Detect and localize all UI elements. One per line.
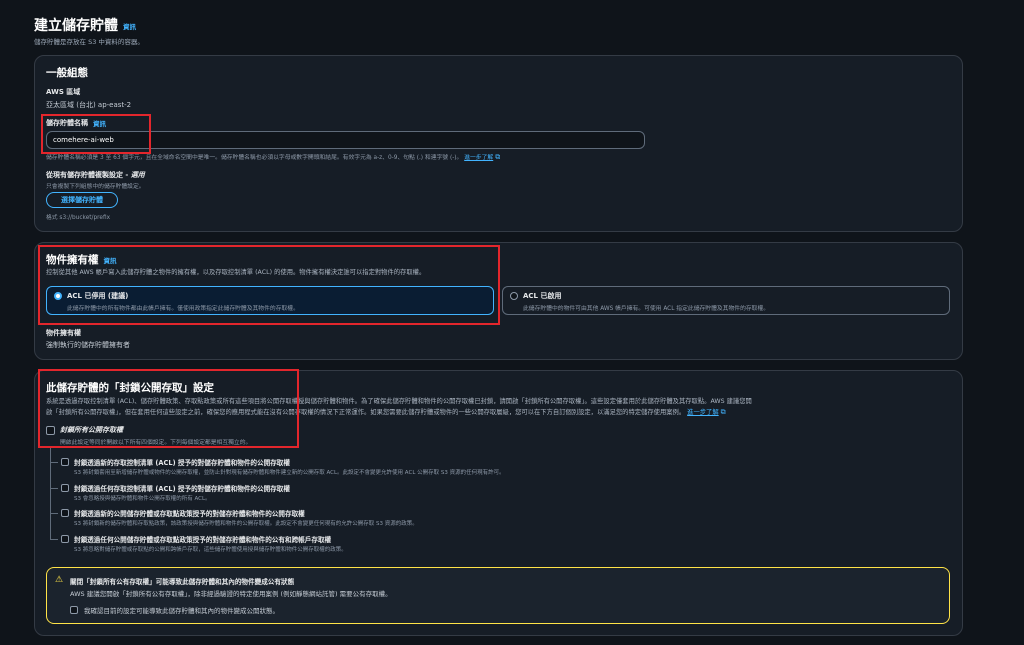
- copy-settings-desc: 只會複製下列組態中的儲存貯體設定。: [46, 184, 145, 190]
- general-config-title: 一般組態: [46, 67, 88, 79]
- block-option-checkbox[interactable]: [61, 458, 69, 466]
- block-option-title: 封鎖透過任何存取控制清單 (ACL) 授予的對儲存貯體和物件的公開存取權: [74, 485, 290, 493]
- acl-enabled-radio[interactable]: [510, 292, 518, 300]
- ownership-result-label: 物件擁有權: [46, 329, 81, 337]
- warning-desc: AWS 建議您開啟「封鎖所有公有存取權」，除非經過驗證的特定使用案例 (例如靜態…: [70, 590, 392, 598]
- acl-enabled-title: ACL 已啟用: [523, 292, 562, 300]
- tree-branch: [50, 539, 58, 540]
- bucket-name-hint-text: 儲存貯體名稱必須是 3 至 63 個字元，且在全域命名空間中是唯一。儲存貯體名稱…: [46, 155, 463, 161]
- block-option-desc: S3 將忽略對儲存貯體或存取點的公開和跨帳戶存取，這些儲存貯體使用授與儲存貯體和…: [74, 547, 347, 553]
- highlight-bucket-name: [41, 114, 151, 154]
- block-option-desc: S3 將封鎖新的儲存貯體和存取點政策，該政策授與儲存貯體和物件的公開存取權。此設…: [74, 521, 418, 527]
- page-title: 建立儲存貯體 資訊: [34, 15, 136, 35]
- page-title-text: 建立儲存貯體: [34, 18, 118, 34]
- external-link-icon: ⧉: [720, 408, 726, 416]
- warning-icon: ⚠: [55, 575, 64, 585]
- external-link-icon: ⧉: [495, 153, 501, 161]
- info-link[interactable]: 資訊: [123, 23, 136, 31]
- block-option-desc: S3 會忽略授與儲存貯體和物件公開存取權的所有 ACL。: [74, 496, 211, 502]
- acknowledge-label: 我確認目前的設定可能導致此儲存貯體和其內的物件變成公開狀態。: [84, 607, 279, 615]
- tree-branch: [50, 462, 58, 463]
- acl-enabled-option[interactable]: ACL 已啟用 此儲存貯體中的物件可由其他 AWS 帳戶擁有。可使用 ACL 指…: [502, 286, 950, 315]
- region-label: AWS 區域: [46, 88, 81, 96]
- block-public-learn-more-link[interactable]: 進一步了解: [687, 409, 718, 416]
- acl-enabled-desc: 此儲存貯體中的物件可由其他 AWS 帳戶擁有。可使用 ACL 指定此儲存貯體及其…: [523, 306, 770, 312]
- copy-settings-label: 從現有儲存貯體複製設定 - 選用: [46, 170, 145, 180]
- block-option-title: 封鎖透過任何公開儲存貯體或存取點政策授予的對儲存貯體和物件的公有和跨帳戶存取權: [74, 536, 332, 544]
- warning-title: 關閉「封鎖所有公有存取權」可能導致此儲存貯體和其內的物件變成公有狀態: [70, 578, 295, 586]
- tree-branch: [50, 513, 58, 514]
- block-option-checkbox[interactable]: [61, 509, 69, 517]
- region-value: 亞太區域 (台北) ap-east-2: [46, 101, 132, 109]
- bucket-name-hint: 儲存貯體名稱必須是 3 至 63 個字元，且在全域命名空間中是唯一。儲存貯體名稱…: [46, 152, 500, 162]
- block-option-title: 封鎖透過新的公開儲存貯體或存取點政策授予的對儲存貯體和物件的公開存取權: [74, 510, 305, 518]
- block-option-checkbox[interactable]: [61, 535, 69, 543]
- format-hint: 格式 s3://bucket/prefix: [46, 215, 111, 221]
- ownership-result-value: 強制執行的儲存貯體擁有者: [46, 341, 130, 349]
- block-option-checkbox[interactable]: [61, 484, 69, 492]
- optional-tag: 選用: [130, 171, 145, 179]
- copy-settings-label-text: 從現有儲存貯體複製設定 -: [46, 171, 131, 179]
- block-option-title: 封鎖透過新的存取控制清單 (ACL) 授予的對儲存貯體和物件的公開存取權: [74, 459, 290, 467]
- learn-more-link[interactable]: 進一步了解: [464, 155, 493, 161]
- block-option-desc: S3 將封鎖套用至新增儲存貯體或物件的公開存取權，並防止針對現有儲存貯體和物件建…: [74, 470, 505, 476]
- highlight-object-ownership: [38, 245, 500, 325]
- acknowledge-checkbox[interactable]: [70, 606, 78, 614]
- page-subtitle: 儲存貯體是存放在 S3 中資料的容器。: [34, 38, 144, 46]
- tree-branch: [50, 488, 58, 489]
- highlight-block-public-access: [38, 369, 299, 448]
- choose-bucket-button[interactable]: 選擇儲存貯體: [46, 192, 118, 208]
